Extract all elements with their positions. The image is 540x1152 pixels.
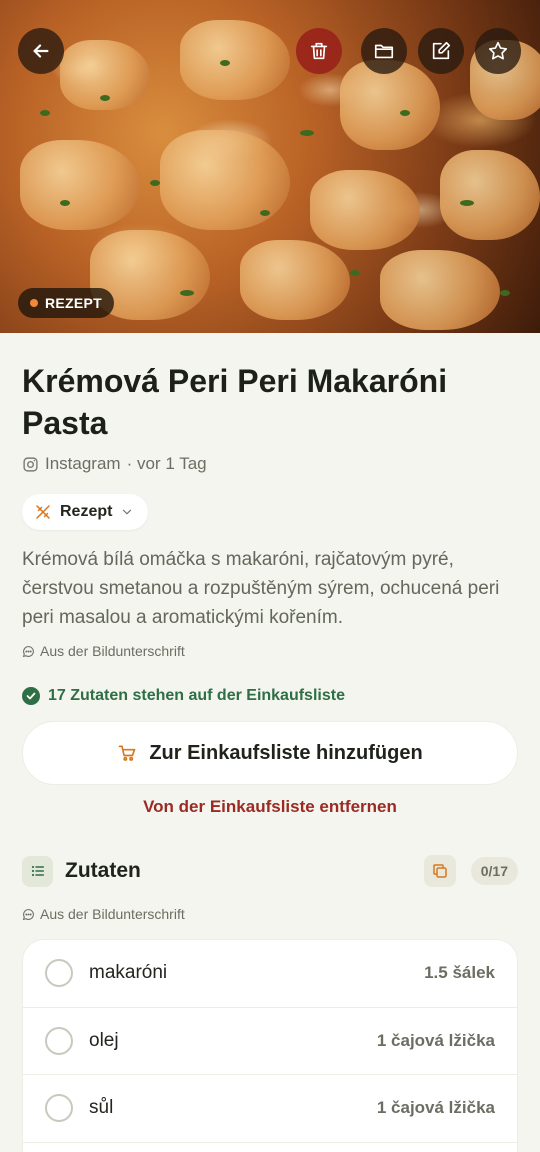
back-button[interactable] bbox=[18, 28, 64, 74]
ingredient-list: makaróni 1.5 šálek olej 1 čajová lžička … bbox=[22, 939, 518, 1152]
recipe-description: Krémová bílá omáčka s makaróni, rajčatov… bbox=[22, 549, 500, 628]
recipe-time: · vor 1 Tag bbox=[126, 454, 207, 473]
recipe-type-dropdown[interactable]: Rezept bbox=[22, 494, 149, 530]
ingredient-quantity: 1 čajová lžička bbox=[376, 1030, 495, 1050]
folder-icon bbox=[374, 44, 394, 59]
copy-ingredients-button[interactable] bbox=[424, 855, 456, 887]
instagram-icon bbox=[23, 456, 38, 472]
ingredient-checkbox[interactable] bbox=[45, 1026, 73, 1055]
folder-button[interactable] bbox=[361, 28, 407, 74]
ingredients-source-text: Aus der Bildunterschrift bbox=[40, 906, 185, 922]
utensils-icon bbox=[36, 505, 50, 519]
chevron-down-icon bbox=[123, 509, 132, 515]
list-icon bbox=[22, 855, 53, 887]
badge-dot bbox=[30, 299, 38, 307]
check-circle-icon bbox=[22, 687, 40, 705]
ingredient-name: olej bbox=[89, 1029, 119, 1051]
edit-button[interactable] bbox=[418, 28, 464, 74]
recipe-type-badge: REZEPT bbox=[18, 288, 115, 318]
ingredient-quantity: 1 čajová lžička bbox=[376, 1098, 495, 1118]
ingredient-row[interactable]: makaróni 1.5 šálek bbox=[23, 940, 517, 1008]
recipe-source: Instagram bbox=[45, 454, 121, 473]
trash-icon bbox=[310, 42, 328, 60]
favorite-button[interactable] bbox=[475, 28, 521, 74]
back-arrow-icon bbox=[33, 44, 49, 58]
ingredient-checkbox[interactable] bbox=[45, 1094, 73, 1123]
ingredients-title: Zutaten bbox=[65, 859, 141, 882]
remove-from-shopping-list-link[interactable]: Von der Einkaufsliste entfernen bbox=[0, 797, 540, 817]
ingredients-source-note: Aus der Bildunterschrift bbox=[22, 906, 185, 922]
description-source-text: Aus der Bildunterschrift bbox=[40, 643, 185, 659]
ingredient-row[interactable]: sůl 1 čajová lžička bbox=[23, 1075, 517, 1143]
ingredient-row[interactable]: olej 1 čajová lžička bbox=[23, 1008, 517, 1075]
delete-button[interactable] bbox=[296, 28, 342, 74]
ingredient-name: makaróni bbox=[89, 962, 168, 984]
add-to-shopping-list-button[interactable]: Zur Einkaufsliste hinzufügen bbox=[22, 721, 518, 785]
chat-bubble-icon bbox=[22, 645, 34, 657]
copy-icon bbox=[433, 864, 447, 878]
chat-bubble-icon bbox=[22, 908, 34, 920]
recipe-meta: Instagram · vor 1 Tag bbox=[22, 454, 207, 474]
star-icon bbox=[488, 41, 508, 60]
shopping-list-status: 17 Zutaten stehen auf der Einkaufsliste bbox=[22, 687, 345, 705]
description-source-note: Aus der Bildunterschrift bbox=[22, 643, 185, 659]
recipe-type-label: Rezept bbox=[60, 503, 113, 520]
cart-icon bbox=[118, 745, 136, 761]
edit-icon bbox=[432, 41, 451, 60]
recipe-title: Krémová Peri Peri Makaróni Pasta bbox=[22, 363, 448, 441]
shopping-status-text: 17 Zutaten stehen auf der Einkaufsliste bbox=[48, 687, 345, 704]
ingredient-quantity: 1.5 šálek bbox=[424, 963, 495, 983]
ingredient-checkbox[interactable] bbox=[45, 959, 73, 988]
add-to-shopping-list-label: Zur Einkaufsliste hinzufügen bbox=[149, 741, 423, 764]
ingredients-count: 0/17 bbox=[470, 857, 518, 885]
ingredient-name: sůl bbox=[89, 1097, 114, 1119]
badge-label: REZEPT bbox=[45, 295, 103, 311]
ingredients-header: Zutaten 0/17 bbox=[22, 854, 518, 888]
